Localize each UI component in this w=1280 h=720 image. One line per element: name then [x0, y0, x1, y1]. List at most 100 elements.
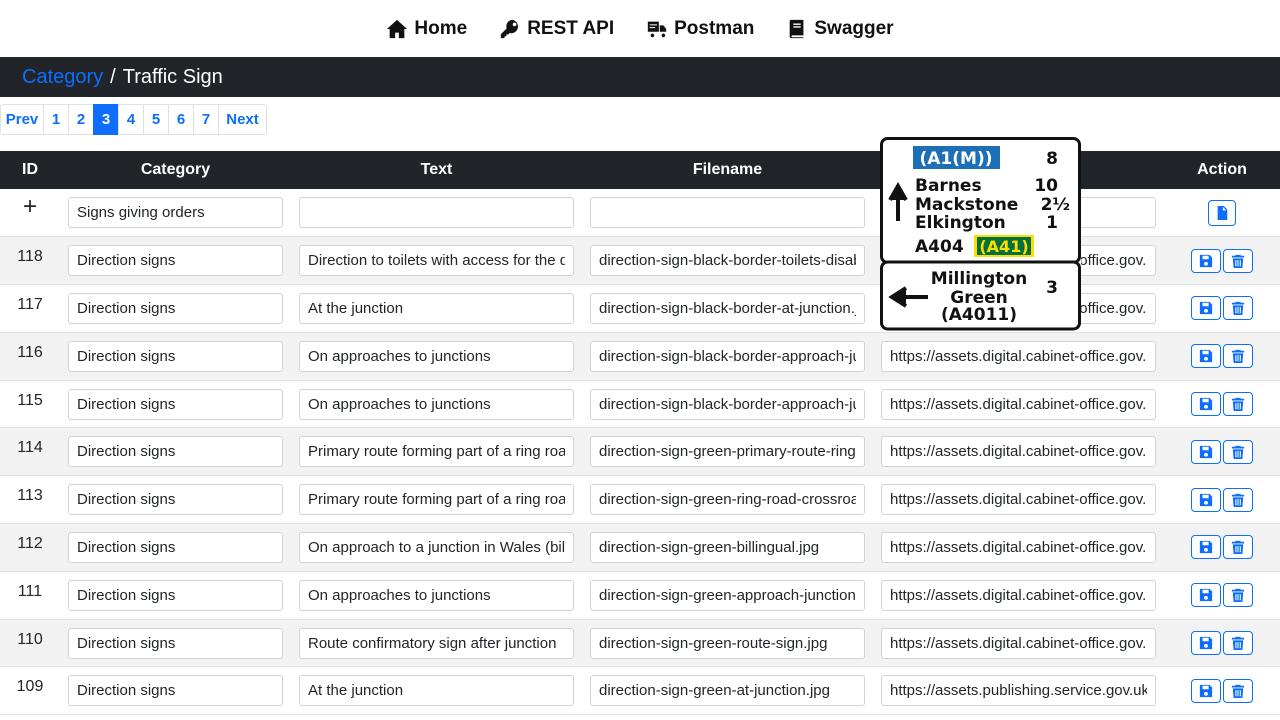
nav-postman-link[interactable]: Postman	[646, 18, 754, 40]
row-category-input[interactable]	[68, 340, 283, 372]
nav-rest-api-link[interactable]: REST API	[499, 18, 614, 40]
new-category-input[interactable]	[68, 197, 283, 229]
delete-button[interactable]	[1223, 439, 1253, 464]
delete-button[interactable]	[1223, 487, 1253, 512]
row-category-input[interactable]	[68, 292, 283, 324]
floppy-disk-icon	[1199, 254, 1213, 267]
delete-button[interactable]	[1223, 583, 1253, 608]
row-category-input[interactable]	[68, 675, 283, 707]
new-filename-input[interactable]	[590, 197, 865, 229]
pagination-page-2[interactable]: 2	[68, 104, 94, 135]
pagination-next[interactable]: Next	[218, 104, 267, 135]
row-text-input[interactable]	[299, 292, 574, 324]
row-url-input[interactable]	[881, 436, 1156, 468]
nav-rest-api-label: REST API	[527, 17, 615, 39]
row-category-input[interactable]	[68, 531, 283, 563]
save-button[interactable]	[1191, 439, 1221, 464]
home-icon	[387, 19, 408, 38]
breadcrumb-separator: /	[110, 65, 116, 88]
row-url-input[interactable]	[881, 484, 1156, 516]
floppy-disk-icon	[1199, 445, 1213, 458]
row-category-input[interactable]	[68, 627, 283, 659]
row-id: 109	[0, 666, 60, 716]
row-filename-input[interactable]	[590, 675, 865, 707]
pagination-page-7[interactable]: 7	[193, 104, 219, 135]
row-filename-input[interactable]	[590, 531, 865, 563]
sign-motorway-dist: 8	[1046, 149, 1058, 169]
new-row: +	[0, 189, 1280, 238]
save-button[interactable]	[1191, 535, 1221, 560]
row-id: 112	[0, 523, 60, 572]
pagination-page-3-active[interactable]: 3	[93, 104, 119, 135]
row-category-input[interactable]	[68, 245, 283, 277]
row-text-input[interactable]	[299, 388, 574, 420]
save-button[interactable]	[1191, 248, 1221, 273]
row-url-input[interactable]	[881, 675, 1156, 707]
breadcrumb-category-link[interactable]: Category	[22, 66, 103, 89]
row-filename-input[interactable]	[590, 245, 865, 277]
save-button[interactable]	[1191, 392, 1221, 417]
row-category-input[interactable]	[68, 579, 283, 611]
row-text-input[interactable]	[299, 436, 574, 468]
row-filename-input[interactable]	[590, 579, 865, 611]
row-text-input[interactable]	[299, 675, 574, 707]
nav-home-link[interactable]: Home	[386, 18, 467, 40]
save-button[interactable]	[1191, 583, 1221, 608]
delete-button[interactable]	[1223, 296, 1253, 321]
save-button[interactable]	[1191, 678, 1221, 703]
row-category-input[interactable]	[68, 484, 283, 516]
row-url-input[interactable]	[881, 579, 1156, 611]
row-url-input[interactable]	[881, 340, 1156, 372]
row-id: 114	[0, 427, 60, 477]
floppy-disk-icon	[1199, 541, 1213, 554]
table-row: 109	[0, 666, 1280, 716]
nav-swagger-link[interactable]: Swagger	[786, 17, 894, 40]
row-filename-input[interactable]	[590, 484, 865, 516]
add-row-button[interactable]	[1208, 199, 1236, 226]
delete-button[interactable]	[1223, 344, 1253, 369]
pagination-prev[interactable]: Prev	[0, 104, 44, 135]
floppy-disk-icon	[1199, 684, 1213, 697]
row-filename-input[interactable]	[590, 388, 865, 420]
row-text-input[interactable]	[299, 340, 574, 372]
row-url-input[interactable]	[881, 627, 1156, 659]
traffic-sign-table: ID Category Text Filename URL Action +	[0, 151, 1280, 716]
row-text-input[interactable]	[299, 484, 574, 516]
save-button[interactable]	[1191, 344, 1221, 369]
row-text-input[interactable]	[299, 627, 574, 659]
save-button[interactable]	[1191, 296, 1221, 321]
row-filename-input[interactable]	[590, 627, 865, 659]
trash-icon	[1231, 254, 1245, 268]
header-filename: Filename	[582, 151, 873, 189]
delete-button[interactable]	[1223, 535, 1253, 560]
row-url-input[interactable]	[881, 388, 1156, 420]
save-button[interactable]	[1191, 487, 1221, 512]
table-row: 111	[0, 571, 1280, 620]
trash-icon	[1231, 541, 1245, 555]
row-url-input[interactable]	[881, 531, 1156, 563]
delete-button[interactable]	[1223, 678, 1253, 703]
row-text-input[interactable]	[299, 531, 574, 563]
row-text-input[interactable]	[299, 245, 574, 277]
pagination-page-1[interactable]: 1	[43, 104, 69, 135]
delete-button[interactable]	[1223, 248, 1253, 273]
row-filename-input[interactable]	[590, 436, 865, 468]
key-icon	[501, 19, 519, 38]
row-category-input[interactable]	[68, 388, 283, 420]
new-text-input[interactable]	[299, 197, 574, 229]
row-category-input[interactable]	[68, 436, 283, 468]
delete-button[interactable]	[1223, 392, 1253, 417]
table-row: 113	[0, 475, 1280, 525]
nav-swagger-label: Swagger	[814, 17, 894, 39]
pagination-page-4[interactable]: 4	[118, 104, 144, 135]
top-nav: Home REST API Postman Swagger	[0, 0, 1280, 57]
row-filename-input[interactable]	[590, 292, 865, 324]
save-button[interactable]	[1191, 631, 1221, 656]
delete-button[interactable]	[1223, 631, 1253, 656]
table-row: 117	[0, 284, 1280, 333]
header-action: Action	[1164, 151, 1280, 189]
row-filename-input[interactable]	[590, 340, 865, 372]
pagination-page-5[interactable]: 5	[143, 104, 169, 135]
row-text-input[interactable]	[299, 579, 574, 611]
pagination-page-6[interactable]: 6	[168, 104, 194, 135]
